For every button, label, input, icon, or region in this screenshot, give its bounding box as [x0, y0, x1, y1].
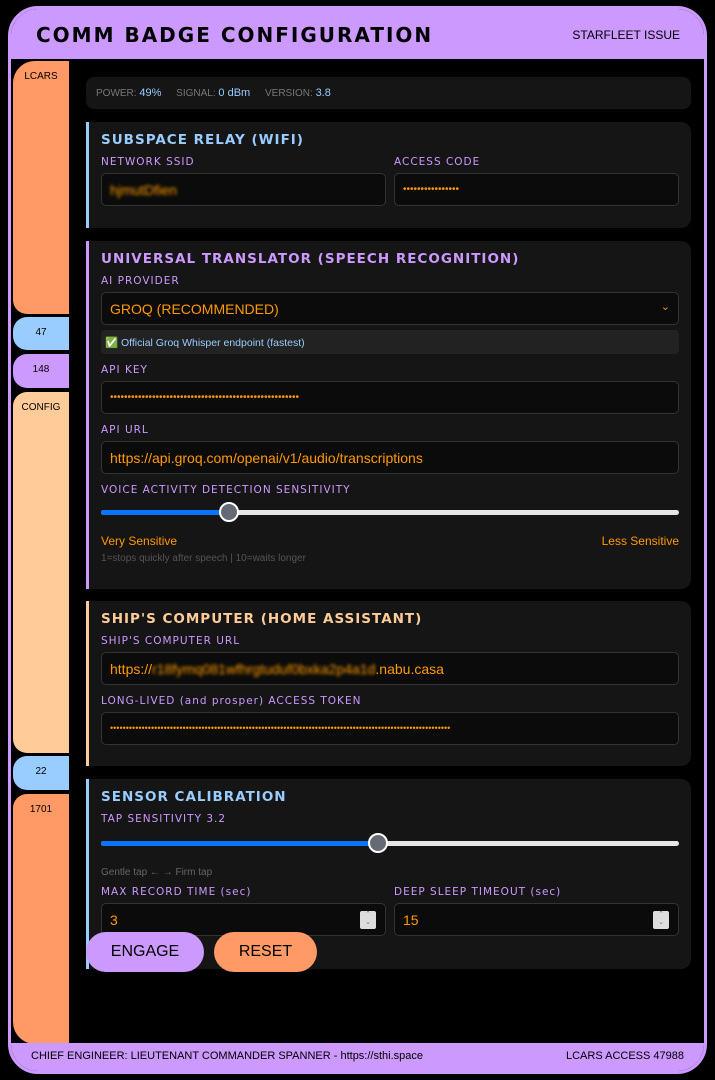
ship-url-input[interactable]: https://r18fymq081wfhrgtuduf0bxka2p4a1d.… [101, 652, 679, 685]
api-key-label: API KEY [101, 364, 148, 376]
access-code-input[interactable]: •••••••••••••••• [394, 173, 679, 206]
ssid-input[interactable]: hjmutDfien [101, 173, 386, 206]
translator-section: UNIVERSAL TRANSLATOR (SPEECH RECOGNITION… [86, 241, 691, 589]
url-redacted: r18fymq081wfhrgtuduf0bxka2p4a1d [152, 661, 376, 677]
ship-computer-section: SHIP'S COMPUTER (HOME ASSISTANT) SHIP'S … [86, 601, 691, 766]
url-suffix: .nabu.casa [375, 661, 444, 677]
section-title: UNIVERSAL TRANSLATOR (SPEECH RECOGNITION… [101, 251, 520, 267]
version-label: VERSION: [264, 88, 313, 99]
footer: CHIEF ENGINEER: LIEUTENANT COMMANDER SPA… [11, 1043, 704, 1071]
slider-thumb[interactable] [368, 833, 389, 853]
signal-value: 0 dBm [218, 87, 251, 99]
section-title: SENSOR CALIBRATION [101, 789, 287, 805]
section-title: SUBSPACE RELAY (WIFI) [101, 132, 304, 148]
vad-slider[interactable] [101, 502, 679, 522]
stepper-icon[interactable]: ⌃ ⌄ [653, 911, 669, 929]
wifi-section: SUBSPACE RELAY (WIFI) NETWORK SSID hjmut… [86, 122, 691, 228]
tap-slider[interactable] [101, 833, 679, 853]
provider-label: AI PROVIDER [101, 275, 180, 287]
engage-button[interactable]: ENGAGE [86, 932, 204, 972]
section-title: SHIP'S COMPUTER (HOME ASSISTANT) [101, 611, 423, 627]
sidebar-block-1701: 1701 [13, 794, 69, 1044]
footer-credit: CHIEF ENGINEER: LIEUTENANT COMMANDER SPA… [31, 1050, 424, 1062]
provider-select[interactable]: GROQ (RECOMMENDED) ⌄ [101, 292, 679, 325]
sidebar-block-47: 47 [13, 317, 69, 350]
provider-value: GROQ (RECOMMENDED) [110, 301, 279, 317]
sleep-label: DEEP SLEEP TIMEOUT (sec) [394, 886, 562, 898]
api-url-input[interactable]: https://api.groq.com/openai/v1/audio/tra… [101, 441, 679, 474]
token-input[interactable]: ••••••••••••••••••••••••••••••••••••••••… [101, 712, 679, 745]
sleep-input[interactable]: 15 ⌃ ⌄ [394, 903, 679, 936]
tap-hint: Gentle tap ← → Firm tap [101, 867, 213, 878]
chevron-down-icon: ⌄ [660, 301, 670, 313]
power-label: POWER: [96, 88, 137, 99]
status-bar: POWER: 49% SIGNAL: 0 dBm VERSION: 3.8 [86, 77, 691, 109]
token-label: LONG-LIVED (and prosper) ACCESS TOKEN [101, 695, 362, 707]
header-subtitle: STARFLEET ISSUE [572, 28, 680, 42]
api-url-label: API URL [101, 424, 149, 436]
vad-right-label: Less Sensitive [601, 534, 679, 548]
sidebar-block-lcars: LCARS [13, 61, 69, 314]
app-frame: COMM BADGE CONFIGURATION STARFLEET ISSUE… [8, 6, 707, 1074]
url-prefix: https:// [110, 661, 153, 677]
provider-note: ✅ Official Groq Whisper endpoint (fastes… [101, 330, 679, 354]
reset-button[interactable]: RESET [214, 932, 317, 972]
header: COMM BADGE CONFIGURATION STARFLEET ISSUE [11, 9, 704, 59]
tap-label: TAP SENSITIVITY 3.2 [101, 813, 227, 825]
power-value: 49% [139, 87, 162, 99]
sidebar-block-22: 22 [13, 756, 69, 790]
footer-access: LCARS ACCESS 47988 [565, 1050, 684, 1062]
vad-label: VOICE ACTIVITY DETECTION SENSITIVITY [101, 484, 351, 496]
signal-label: SIGNAL: [176, 88, 216, 99]
sleep-value: 15 [403, 912, 419, 928]
ssid-label: NETWORK SSID [101, 156, 195, 168]
record-value: 3 [110, 912, 118, 928]
stepper-icon[interactable]: ⌃ ⌄ [360, 911, 376, 929]
slider-thumb[interactable] [219, 502, 240, 522]
version-value: 3.8 [315, 87, 331, 99]
vad-hint: 1=stops quickly after speech | 10=waits … [101, 553, 306, 564]
ssid-value: hjmutDfien [110, 182, 177, 198]
record-label: MAX RECORD TIME (sec) [101, 886, 252, 898]
page-title: COMM BADGE CONFIGURATION [36, 23, 434, 47]
access-code-label: ACCESS CODE [394, 156, 481, 168]
sidebar-block-config: CONFIG [13, 392, 69, 753]
api-key-input[interactable]: ••••••••••••••••••••••••••••••••••••••••… [101, 381, 679, 414]
sidebar-block-148: 148 [13, 354, 69, 388]
ship-url-label: SHIP'S COMPUTER URL [101, 635, 241, 647]
vad-left-label: Very Sensitive [101, 534, 178, 548]
